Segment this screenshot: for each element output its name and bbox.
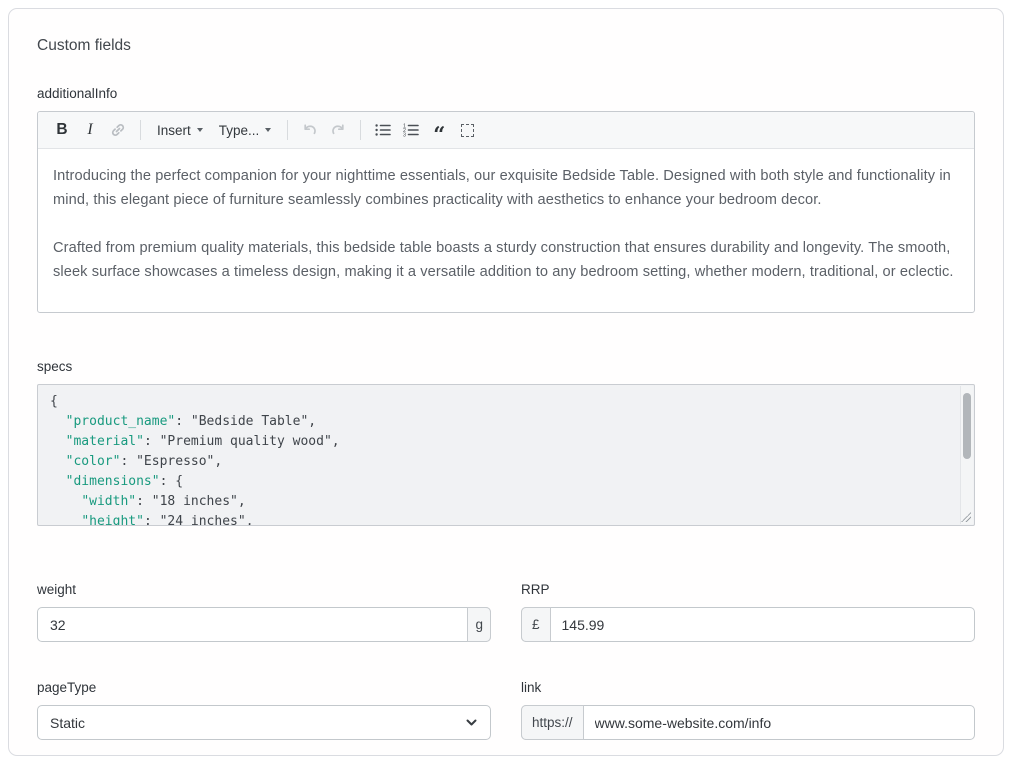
pageType-selected-value: Static (50, 715, 85, 731)
weight-input-group: g (37, 607, 491, 642)
additionalInfo-label: additionalInfo (37, 86, 975, 101)
redo-icon (328, 120, 348, 140)
specs-code-content: { "product_name": "Bedside Table", "mate… (38, 385, 974, 526)
editor-content[interactable]: Introducing the perfect companion for yo… (38, 149, 974, 312)
link-label: link (521, 680, 975, 695)
rrp-input[interactable] (550, 608, 974, 641)
bullet-list-button[interactable] (369, 116, 397, 144)
bold-button[interactable]: B (48, 116, 76, 144)
currency-addon: £ (521, 607, 551, 642)
editor-paragraph: Introducing the perfect companion for yo… (53, 164, 958, 212)
weight-unit-addon: g (467, 607, 491, 642)
undo-button[interactable] (296, 116, 324, 144)
toolbar-divider (140, 120, 141, 140)
link-input-group: https:// (521, 705, 975, 740)
link-input[interactable] (583, 706, 974, 739)
weight-label: weight (37, 582, 491, 597)
toolbar-divider (287, 120, 288, 140)
rrp-input-group: £ (521, 607, 975, 642)
visual-blocks-icon (461, 124, 474, 137)
undo-icon (300, 120, 320, 140)
visual-blocks-button[interactable] (453, 116, 481, 144)
editor-paragraph: Crafted from premium quality materials, … (53, 236, 958, 284)
link-button[interactable] (104, 116, 132, 144)
svg-text:3: 3 (403, 132, 406, 138)
pageType-label: pageType (37, 680, 491, 695)
weight-input[interactable] (38, 608, 468, 641)
numbered-list-button[interactable]: 123 (397, 116, 425, 144)
type-dropdown[interactable]: Type... (211, 116, 280, 144)
panel-title: Custom fields (37, 37, 975, 55)
toolbar-divider (360, 120, 361, 140)
italic-button[interactable]: I (76, 116, 104, 144)
numbered-list-icon: 123 (401, 120, 421, 140)
specs-code-editor[interactable]: { "product_name": "Bedside Table", "mate… (37, 384, 975, 526)
rich-text-editor: B I Insert Type... (37, 111, 975, 313)
bullet-list-icon (373, 120, 393, 140)
chevron-down-icon (197, 128, 203, 132)
scrollbar-thumb[interactable] (963, 393, 971, 459)
protocol-addon: https:// (521, 705, 584, 740)
type-dropdown-label: Type... (219, 123, 260, 138)
scrollbar-track[interactable] (960, 386, 973, 524)
resize-handle-icon[interactable] (961, 512, 971, 522)
specs-label: specs (37, 359, 975, 374)
chevron-down-icon (265, 128, 271, 132)
pageType-select[interactable]: Static (37, 705, 491, 740)
custom-fields-panel: Custom fields additionalInfo B I Insert … (8, 8, 1004, 756)
link-icon (109, 121, 127, 139)
redo-button[interactable] (324, 116, 352, 144)
rrp-label: RRP (521, 582, 975, 597)
insert-dropdown[interactable]: Insert (149, 116, 211, 144)
blockquote-button[interactable]: “ (425, 116, 453, 144)
editor-toolbar: B I Insert Type... (38, 112, 974, 149)
insert-dropdown-label: Insert (157, 123, 191, 138)
chevron-down-icon (465, 716, 478, 729)
blockquote-icon: “ (433, 120, 445, 140)
